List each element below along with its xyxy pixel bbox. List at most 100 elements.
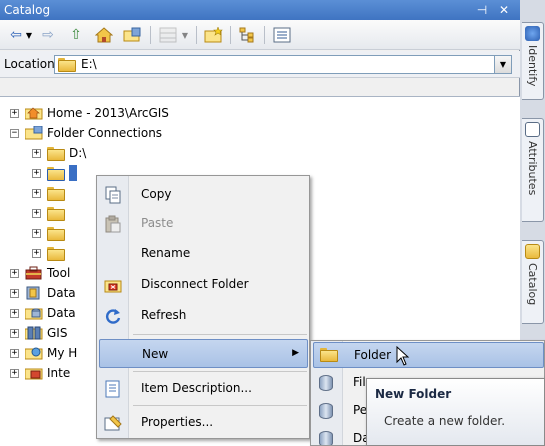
tree-item-label: Inte <box>47 366 71 380</box>
toolboxes-icon <box>25 266 43 280</box>
expand-icon[interactable]: + <box>10 108 19 118</box>
tooltip: New Folder Create a new folder. <box>366 378 545 446</box>
options-icon[interactable] <box>272 26 292 44</box>
menu-item-label: Properties... <box>141 415 214 429</box>
menu-item-new[interactable]: New ▶ <box>99 339 308 368</box>
menu-item-rename[interactable]: Rename <box>99 239 308 268</box>
new-folder-toolbar-icon[interactable] <box>204 26 224 44</box>
tree-item-folder[interactable]: + <box>32 183 69 203</box>
home-icon[interactable] <box>94 26 114 44</box>
show-tree-icon[interactable] <box>238 26 258 44</box>
context-menu: Copy Paste Rename Disconnect Folder Refr… <box>96 175 310 439</box>
tab-identify[interactable]: Identify <box>522 22 544 100</box>
views-dropdown-icon[interactable]: ▼ <box>180 26 190 44</box>
tree-item-label: GIS <box>47 326 68 340</box>
submenu-arrow-icon: ▶ <box>292 348 299 358</box>
catalog-icon <box>525 244 540 259</box>
up-one-level-icon[interactable]: ⇧ <box>66 26 86 44</box>
properties-icon <box>104 414 122 432</box>
tab-label: Attributes <box>526 141 539 196</box>
menu-item-disconnect-folder[interactable]: Disconnect Folder <box>99 270 308 299</box>
interoperability-icon <box>24 366 43 380</box>
tree-item-folder[interactable]: + <box>32 203 69 223</box>
tree-item-label: My H <box>47 346 78 360</box>
connect-folder-icon[interactable] <box>122 26 142 44</box>
expand-icon[interactable]: + <box>32 188 41 198</box>
menu-item-label: Rename <box>141 246 191 260</box>
tab-attributes[interactable]: Attributes <box>522 118 544 222</box>
collapse-icon[interactable]: − <box>10 128 19 138</box>
menu-item-refresh[interactable]: Refresh <box>99 301 308 330</box>
tree-item-label: Folder Connections <box>47 126 163 140</box>
dropdown-icon[interactable]: ▼ <box>24 26 34 44</box>
tree-item-my-hosted-services[interactable]: + My H <box>10 343 77 363</box>
expand-icon[interactable]: + <box>10 268 19 278</box>
expand-icon[interactable]: + <box>10 288 19 298</box>
toggle-contents-icon[interactable] <box>158 26 178 44</box>
expand-icon[interactable]: + <box>32 148 41 158</box>
menu-separator <box>133 334 307 335</box>
catalog-toolbar: ⇦ ▼ ⇨ ⇧ ▼ <box>0 20 520 50</box>
chevron-down-icon[interactable]: ▼ <box>494 56 511 73</box>
home-folder-icon <box>24 106 43 120</box>
tree-item-folder[interactable]: + <box>32 223 69 243</box>
tab-catalog[interactable]: Catalog <box>522 240 544 324</box>
tree-item-e-drive[interactable]: + <box>32 163 77 183</box>
menu-item-label: Item Description... <box>141 381 252 395</box>
location-bar: Location: E:\ ▼ <box>0 51 520 78</box>
menu-item-properties[interactable]: Properties... <box>99 408 308 437</box>
tab-label: Identify <box>526 45 539 87</box>
expand-icon[interactable]: + <box>32 168 41 178</box>
copy-icon <box>104 186 122 204</box>
expand-icon[interactable]: + <box>32 208 41 218</box>
close-icon[interactable]: ✕ <box>496 2 512 18</box>
location-combobox[interactable]: E:\ ▼ <box>54 55 512 74</box>
menu-item-item-description[interactable]: Item Description... <box>99 374 308 403</box>
mouse-cursor-icon <box>396 346 410 366</box>
database-connection-icon <box>319 431 335 445</box>
menu-item-label: Copy <box>141 187 172 201</box>
forward-arrow-icon[interactable]: ⇨ <box>38 26 58 44</box>
expand-icon[interactable]: + <box>32 228 41 238</box>
location-label: Location: <box>4 57 59 71</box>
expand-icon[interactable]: + <box>10 368 19 378</box>
folder-connections-icon <box>24 125 43 140</box>
back-arrow-icon[interactable]: ⇦ <box>6 26 26 44</box>
my-hosted-services-icon <box>24 346 43 360</box>
tree-item-home[interactable]: + Home - 2013\ArcGIS <box>10 103 169 123</box>
folder-icon <box>47 247 65 261</box>
tree-item-folder[interactable]: + <box>32 243 69 263</box>
tree-item-d-drive[interactable]: + D:\ <box>32 143 86 163</box>
menu-item-copy[interactable]: Copy <box>99 180 308 209</box>
tree-item-database-connections[interactable]: + Data <box>10 303 76 323</box>
tree-item-gis-servers[interactable]: + GIS <box>10 323 67 343</box>
tooltip-text: Create a new folder. <box>384 414 506 428</box>
folder-icon <box>47 167 65 181</box>
tree-item-interoperability[interactable]: + Inte <box>10 363 70 383</box>
pin-icon[interactable]: ⊣ <box>474 2 490 18</box>
table-icon <box>525 122 540 137</box>
expand-icon[interactable]: + <box>10 328 19 338</box>
menu-separator <box>133 371 307 372</box>
window-title: Catalog <box>4 3 51 17</box>
tab-label: Catalog <box>526 263 539 306</box>
expand-icon[interactable]: + <box>32 248 41 258</box>
menu-separator <box>133 405 307 406</box>
folder-icon <box>47 187 65 201</box>
folder-icon <box>47 147 65 161</box>
menu-item-paste[interactable]: Paste <box>99 209 308 238</box>
expand-icon[interactable]: + <box>10 308 19 318</box>
tree-item-database-servers[interactable]: + Data <box>10 283 76 303</box>
tree-item-label: D:\ <box>69 146 87 160</box>
expand-icon[interactable]: + <box>10 348 19 358</box>
tree-item-toolboxes[interactable]: + Tool <box>10 263 70 283</box>
database-servers-icon <box>25 286 43 300</box>
menu-item-label: Disconnect Folder <box>141 277 249 291</box>
tree-item-label: Data <box>47 306 76 320</box>
submenu-item-folder[interactable]: Folder <box>313 342 544 368</box>
submenu-item-label: Folder <box>354 348 392 362</box>
folder-icon <box>47 207 65 221</box>
catalog-title-bar[interactable]: Catalog ⊣ ✕ <box>0 0 520 20</box>
selection-highlight <box>69 165 77 181</box>
tree-item-folder-connections[interactable]: − Folder Connections <box>10 123 162 143</box>
